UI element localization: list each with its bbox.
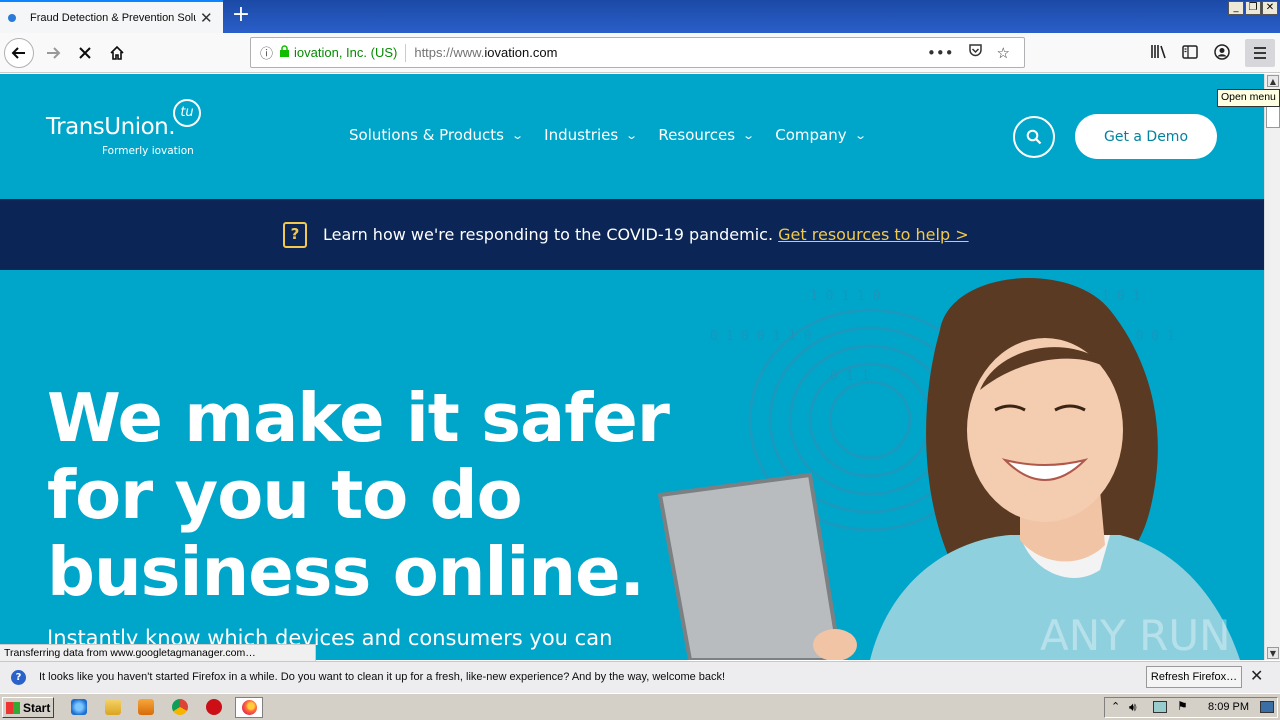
covid-banner: ? Learn how we're responding to the COVI… — [0, 199, 1264, 270]
new-tab-button[interactable]: + — [229, 4, 253, 28]
anyrun-watermark: ANY RUN — [1040, 611, 1231, 660]
chevron-down-icon: ⌄ — [625, 128, 639, 142]
hero-title: We make it safer for you to do business … — [47, 379, 670, 611]
get-a-demo-button[interactable]: Get a Demo — [1075, 114, 1217, 159]
firefox-taskbar-button[interactable] — [235, 697, 263, 718]
close-notification-icon[interactable]: ✕ — [1250, 666, 1263, 685]
active-tab[interactable]: Fraud Detection & Prevention Solutions ✕ — [0, 0, 223, 33]
scroll-down-icon[interactable]: ▼ — [1267, 647, 1279, 659]
chevron-down-icon: ⌄ — [853, 128, 867, 142]
nav-industries[interactable]: Industries ⌄ — [544, 126, 639, 144]
main-nav: Solutions & Products ⌄ Industries ⌄ Resour… — [349, 126, 867, 144]
status-bar: Transferring data from www.googletagmana… — [0, 644, 316, 661]
show-desktop-icon[interactable] — [1260, 701, 1274, 713]
media-player-icon[interactable] — [138, 699, 154, 715]
start-button[interactable]: Start — [2, 697, 54, 718]
scroll-up-icon[interactable]: ▲ — [1267, 75, 1279, 87]
page-viewport: TransUnion. tu Formerly iovation Solutio… — [0, 74, 1264, 660]
nav-resources[interactable]: Resources ⌄ — [658, 126, 756, 144]
file-explorer-icon[interactable] — [105, 699, 121, 715]
url-domain: iovation.com — [484, 45, 558, 60]
navigation-toolbar: ⓘ iovation, Inc. (US) https://www.iovati… — [0, 33, 1280, 73]
bookmark-star-icon[interactable]: ☆ — [997, 44, 1010, 62]
account-icon[interactable] — [1214, 44, 1230, 64]
question-icon: ? — [283, 222, 307, 248]
svg-text:1 0 1 1 0: 1 0 1 1 0 — [810, 289, 880, 304]
notification-message: It looks like you haven't started Firefo… — [39, 671, 726, 683]
action-center-flag-icon[interactable]: ⚑ — [1177, 699, 1188, 713]
hero-section: 1 0 1 1 0 0 1 0 0 1 1 0 0 1 1 0 1 1 0 1 … — [0, 270, 1264, 660]
windows-logo-icon — [6, 701, 20, 714]
system-tray: ⌃ 🔊︎ ⚑ 8:09 PM — [1104, 697, 1278, 718]
close-tab-icon[interactable]: ✕ — [200, 9, 213, 27]
chevron-down-icon: ⌄ — [511, 128, 524, 142]
tray-expand-icon[interactable]: ⌃ — [1111, 700, 1120, 713]
page-actions-icon[interactable]: ••• — [927, 44, 954, 62]
page-scrollbar[interactable]: ▲ ▼ — [1264, 74, 1280, 660]
url-divider — [405, 43, 407, 62]
minimize-button[interactable]: _ — [1228, 1, 1244, 15]
opera-icon[interactable] — [206, 699, 222, 715]
window-close-button[interactable]: ✕ — [1262, 1, 1278, 15]
nav-solutions-products[interactable]: Solutions & Products ⌄ — [349, 126, 524, 144]
site-favicon-icon — [8, 13, 16, 22]
restore-button[interactable]: ❐ — [1245, 1, 1261, 15]
url-bar[interactable]: ⓘ iovation, Inc. (US) https://www.iovati… — [250, 37, 1025, 68]
tab-title: Fraud Detection & Prevention Solutions — [30, 11, 196, 24]
chrome-icon[interactable] — [172, 699, 188, 715]
covid-resources-link[interactable]: Get resources to help > — [778, 225, 968, 244]
open-menu-tooltip: Open menu — [1217, 89, 1280, 107]
nav-company[interactable]: Company ⌄ — [775, 126, 867, 144]
pocket-icon[interactable] — [968, 43, 983, 62]
library-icon[interactable] — [1150, 44, 1167, 63]
internet-explorer-icon[interactable] — [71, 699, 87, 715]
url-prefix: https://www. — [414, 45, 485, 60]
refresh-notification-bar: ? It looks like you haven't started Fire… — [0, 661, 1280, 693]
forward-arrow-icon — [47, 47, 61, 59]
back-arrow-icon — [11, 47, 25, 59]
sidebar-icon[interactable] — [1182, 44, 1198, 63]
forward-button[interactable] — [38, 38, 68, 68]
windows-taskbar: Start ⌃ 🔊︎ ⚑ 8:09 PM — [0, 693, 1280, 720]
help-icon: ? — [11, 670, 26, 685]
transunion-logo[interactable]: TransUnion. — [46, 114, 176, 140]
home-button[interactable] — [102, 38, 132, 68]
svg-text:0 1 0 0 1 1 0: 0 1 0 0 1 1 0 — [710, 329, 812, 344]
lock-icon[interactable] — [279, 44, 290, 61]
stop-button[interactable] — [70, 38, 100, 68]
firefox-icon — [242, 700, 257, 715]
nav-label: Solutions & Products — [349, 126, 504, 144]
back-button[interactable] — [4, 38, 34, 68]
url-text[interactable]: https://www.iovation.com — [414, 45, 927, 60]
site-header: TransUnion. tu Formerly iovation Solutio… — [0, 74, 1264, 199]
nav-label: Company — [775, 126, 847, 144]
svg-text:0 1 1: 0 1 1 — [830, 369, 869, 384]
nav-label: Industries — [544, 126, 619, 144]
chevron-down-icon: ⌄ — [742, 128, 756, 142]
scrollbar-thumb[interactable] — [1266, 104, 1280, 128]
refresh-firefox-button[interactable]: Refresh Firefox… — [1146, 666, 1242, 688]
logo-subtitle: Formerly iovation — [102, 145, 194, 157]
tab-strip: Fraud Detection & Prevention Solutions ✕… — [0, 0, 1280, 33]
site-info-icon[interactable]: ⓘ — [260, 43, 273, 62]
nav-label: Resources — [658, 126, 736, 144]
hamburger-menu-icon[interactable] — [1245, 39, 1275, 67]
start-label: Start — [23, 700, 51, 715]
covid-text: Learn how we're responding to the COVID-… — [323, 225, 779, 244]
clock[interactable]: 8:09 PM — [1208, 701, 1249, 713]
volume-icon[interactable]: 🔊︎ — [1129, 700, 1137, 715]
hero-woman-with-tablet-image: 1 0 1 1 0 0 1 0 0 1 1 0 0 1 1 0 1 1 0 1 … — [657, 277, 1240, 660]
search-icon — [1026, 129, 1042, 145]
tu-badge-icon: tu — [173, 99, 201, 127]
site-search-button[interactable] — [1013, 116, 1055, 158]
stop-icon — [79, 47, 91, 59]
home-icon — [110, 45, 124, 60]
covid-message: Learn how we're responding to the COVID-… — [323, 225, 969, 244]
certificate-org: iovation, Inc. (US) — [294, 45, 398, 60]
network-icon[interactable] — [1153, 701, 1167, 713]
